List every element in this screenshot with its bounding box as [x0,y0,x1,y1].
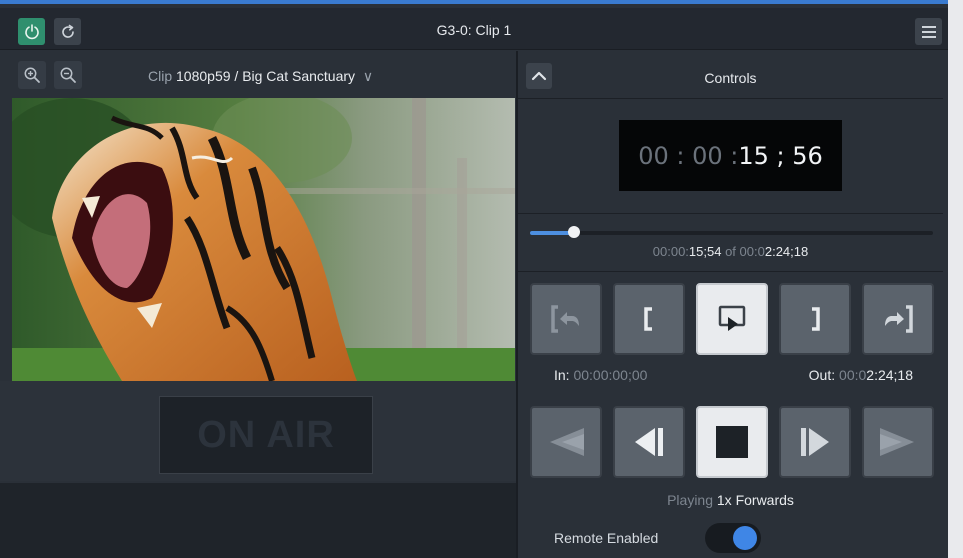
rewind-button[interactable] [530,406,602,478]
in-value: 00:00:00;00 [573,367,648,383]
app-window: G3-0: Clip 1 Clip 1080p59 / Big Cat Sanc… [0,0,948,558]
zoom-in-button[interactable] [18,61,46,89]
zoom-in-icon [24,67,40,83]
step-forward-button[interactable] [779,406,851,478]
remote-enabled-label: Remote Enabled [554,530,659,546]
step-forward-icon [801,428,829,456]
preview-pane: Clip 1080p59 / Big Cat Sanctuary ∨ ON AI… [0,51,516,558]
out-label: Out: [808,367,840,383]
fast-forward-icon [880,428,914,456]
controls-pane: Controls 00 : 00 : 15 ; 56 00:00:15;54 o… [518,51,943,558]
window-title: G3-0: Clip 1 [436,22,512,38]
step-back-button[interactable] [613,406,685,478]
bracket-right-icon [812,307,820,331]
position-of: of [721,244,740,259]
out-point: Out: 00:02:24;18 [809,367,913,383]
preview-toolbar: Clip 1080p59 / Big Cat Sanctuary ∨ [0,51,516,98]
on-air-indicator: ON AIR [159,396,373,474]
playback-status: Playing 1x Forwards [518,492,943,508]
clip-selector[interactable]: Clip 1080p59 / Big Cat Sanctuary ∨ [148,68,373,85]
in-point: In: 00:00:00;00 [554,367,647,383]
cue-play-button[interactable] [696,283,768,355]
title-bar: G3-0: Clip 1 [0,8,948,50]
status-prefix: Playing [667,492,717,508]
rewind-icon [550,428,584,456]
clip-prefix: Clip [148,68,173,84]
remote-enabled-toggle[interactable] [705,523,761,553]
bracket-left-icon [644,307,652,331]
clip-name: 1080p59 / Big Cat Sanctuary [176,68,356,84]
step-back-icon [635,428,663,456]
background-strip [948,0,963,558]
position-total-dim: 00:0 [739,244,765,259]
tiger-preview-image [12,98,515,381]
set-out-button[interactable] [779,283,851,355]
cue-play-icon [718,305,746,331]
timecode-dim: 00 : 00 : [638,141,739,170]
position-total: 2:24;18 [764,244,809,259]
separator [518,98,943,99]
status-value: 1x Forwards [716,492,794,508]
go-to-in-icon [551,305,579,333]
stop-button[interactable] [696,406,768,478]
hamburger-menu-icon [921,25,936,38]
separator [518,271,943,272]
zoom-out-icon [60,67,76,83]
chevron-down-icon: ∨ [362,68,374,84]
go-to-out-button[interactable] [862,283,934,355]
controls-title: Controls [704,70,757,86]
out-value-dim: 00:0 [839,367,867,383]
separator [518,213,943,214]
scrub-handle[interactable] [568,226,581,238]
go-to-in-button[interactable] [530,283,602,355]
out-value: 2:24;18 [866,367,913,383]
position-current-dim: 00:00: [652,244,689,259]
set-in-button[interactable] [613,283,685,355]
timecode-bright: 15 ; 56 [738,141,823,170]
go-to-out-icon [885,305,913,333]
left-bottom-panel [0,483,516,558]
scrub-bar[interactable] [530,226,933,238]
in-label: In: [554,367,574,383]
fast-forward-button[interactable] [862,406,934,478]
onair-area: ON AIR [0,381,516,481]
stop-icon [716,426,748,458]
toggle-knob [733,526,757,550]
position-readout: 00:00:15;54 of 00:02:24;18 [518,244,943,259]
zoom-out-button[interactable] [54,61,82,89]
menu-button[interactable] [915,18,942,45]
position-current: 15;54 [688,244,722,259]
video-preview [12,98,515,381]
timecode-display: 00 : 00 : 15 ; 56 [619,120,842,191]
